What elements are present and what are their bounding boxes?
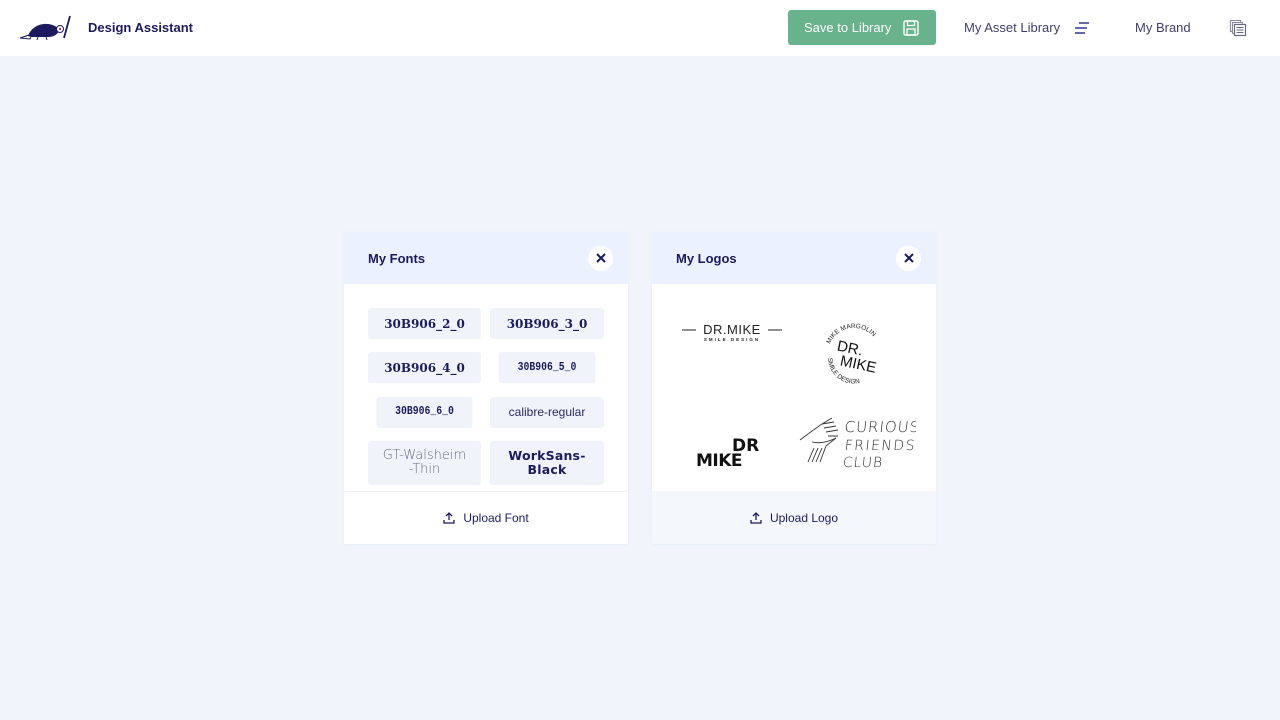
logo-line2: MIKE	[696, 451, 742, 470]
logo-dr-mike-stacked[interactable]: DR MIKE	[694, 434, 770, 470]
logo-main-text: DR.MIKE	[703, 322, 761, 337]
logo-main-line2: MIKE	[839, 352, 878, 376]
upload-icon	[443, 512, 455, 524]
upload-logo-button[interactable]: Upload Logo	[652, 491, 936, 544]
app-title: Design Assistant	[88, 20, 193, 35]
font-item[interactable]: 30B906_6_0	[376, 396, 473, 428]
font-item[interactable]: 30B906_3_0	[490, 308, 604, 339]
font-item[interactable]: 30B906_2_0	[368, 308, 481, 339]
my-asset-library-label: My Asset Library	[964, 20, 1061, 35]
font-item[interactable]: calibre-regular	[490, 396, 604, 428]
logo-dr-mike-circular[interactable]: MIKE MARGOLIN SMILE DESIGN DR. MIKE	[818, 320, 890, 388]
my-fonts-panel: My Fonts 30B906_2_0 30B906_3_0 30B906_4_…	[344, 232, 628, 544]
font-item-label: WorkSans-Black	[508, 447, 586, 477]
font-item[interactable]: WorkSans-Black	[490, 440, 604, 485]
logo-curious-friends-club[interactable]: CURIOUS FRIENDS CLUB	[798, 414, 916, 470]
font-item[interactable]: 30B906_4_0	[368, 352, 481, 384]
upload-font-label: Upload Font	[463, 511, 529, 525]
logo-line1: CURIOUS	[844, 418, 916, 436]
my-logos-title: My Logos	[676, 250, 737, 266]
logo-dr-mike-horizontal[interactable]: DR.MIKE SMILE DESIGN	[682, 320, 782, 344]
font-item-label: GT-Walsheim-Thin	[382, 447, 467, 477]
logo-line3: CLUB	[842, 455, 884, 470]
lines-menu-icon	[1075, 21, 1089, 34]
my-fonts-header: My Fonts	[344, 232, 628, 284]
floppy-disk-icon	[903, 19, 919, 36]
top-bar: Design Assistant Save to Library My Asse…	[0, 0, 1280, 56]
logo-list: DR.MIKE SMILE DESIGN MIKE MARGOLIN SMILE…	[652, 284, 936, 491]
armadillo-pencil-logo-icon	[19, 15, 71, 41]
logo-sub-text: SMILE DESIGN	[704, 337, 760, 342]
upload-icon	[750, 511, 762, 524]
my-fonts-title: My Fonts	[368, 250, 426, 266]
close-icon	[903, 253, 914, 263]
my-brand-button[interactable]: My Brand	[1119, 10, 1263, 45]
my-logos-header: My Logos	[652, 232, 936, 284]
upload-font-button[interactable]: Upload Font	[344, 491, 628, 544]
font-item[interactable]: GT-Walsheim-Thin	[368, 440, 481, 485]
save-to-library-button[interactable]: Save to Library	[788, 10, 936, 45]
save-to-library-label: Save to Library	[804, 20, 892, 35]
close-fonts-button[interactable]	[588, 245, 613, 271]
logo-line2: FRIENDS	[844, 438, 916, 454]
my-asset-library-button[interactable]: My Asset Library	[948, 10, 1107, 45]
font-list: 30B906_2_0 30B906_3_0 30B906_4_0 30B906_…	[344, 284, 628, 491]
close-logos-button[interactable]	[896, 245, 921, 271]
my-logos-panel: My Logos DR.MIKE SMILE DESIGN MIKE MARGO…	[652, 232, 936, 544]
font-item[interactable]: 30B906_5_0	[498, 352, 596, 384]
my-brand-label: My Brand	[1135, 20, 1191, 35]
app-logo[interactable]	[18, 12, 72, 42]
upload-logo-label: Upload Logo	[769, 510, 839, 525]
stacked-documents-icon	[1229, 19, 1247, 36]
close-icon	[595, 253, 606, 263]
